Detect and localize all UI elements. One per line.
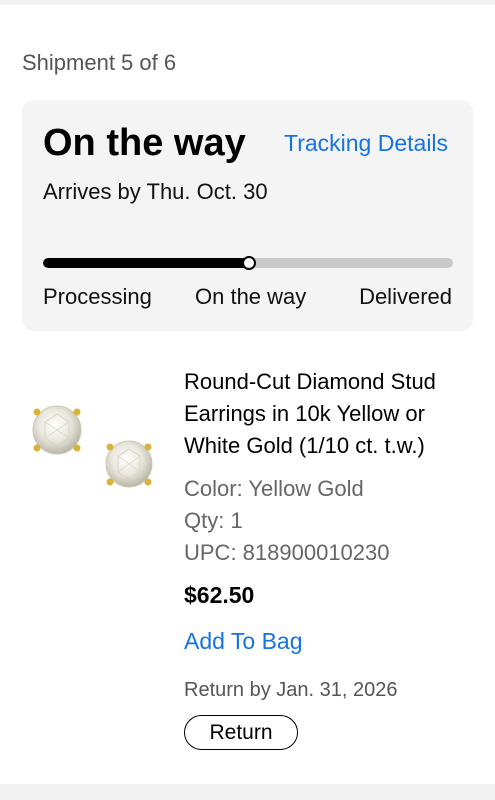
return-deadline: Return by Jan. 31, 2026 [184, 679, 398, 701]
product-price: $62.50 [184, 582, 255, 608]
product-quantity: Qty: 1 [184, 508, 243, 533]
bottom-divider [0, 784, 495, 800]
add-to-bag-link[interactable]: Add To Bag [184, 628, 303, 655]
top-divider [0, 0, 495, 5]
shipment-label: Shipment 5 of 6 [22, 50, 177, 75]
left-earring-icon [32, 405, 82, 455]
progress-fill [43, 258, 248, 268]
status-title: On the way [43, 122, 246, 164]
product-color: Color: Yellow Gold [184, 476, 364, 501]
product-upc: UPC: 818900010230 [184, 540, 390, 565]
step-processing: Processing [43, 284, 152, 309]
earrings-illustration [32, 405, 153, 488]
return-button[interactable]: Return [184, 715, 298, 750]
shipment-status-card: On the way Tracking Details Arrives by T… [22, 100, 473, 331]
right-earring-icon [105, 440, 153, 488]
diamond-stud-earrings-image[interactable] [22, 392, 162, 502]
arrival-date: Arrives by Thu. Oct. 30 [43, 179, 268, 204]
step-delivered: Delivered [359, 284, 452, 309]
tracking-details-link[interactable]: Tracking Details [284, 130, 448, 157]
step-on-the-way: On the way [195, 284, 307, 309]
progress-marker [242, 256, 256, 270]
product-name-link[interactable]: Round-Cut Diamond Stud Earrings in 10k Y… [184, 366, 484, 462]
